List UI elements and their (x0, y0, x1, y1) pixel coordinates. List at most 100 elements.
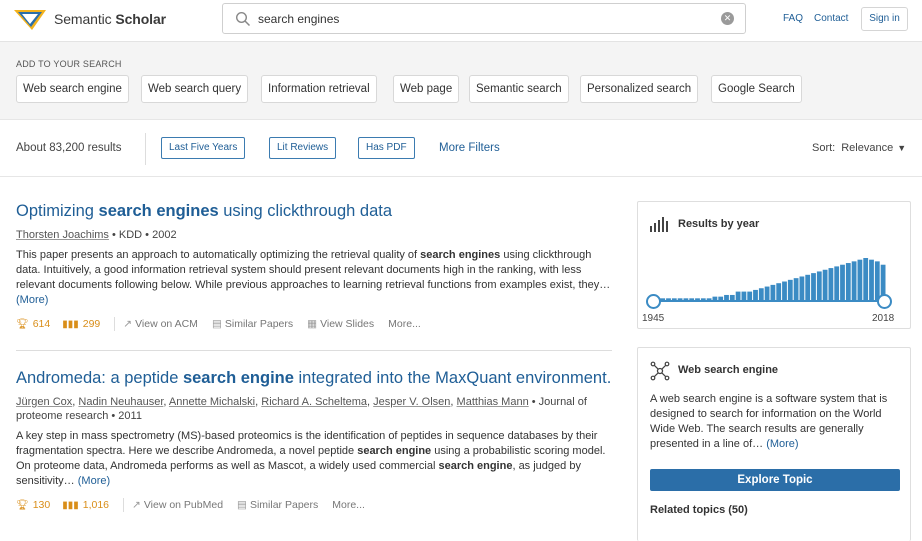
documents-icon: ▤ (211, 318, 222, 330)
influential-citations[interactable]: 🏆︎ 130 (16, 499, 50, 511)
view-on-acm-link[interactable]: ↗ View on ACM (123, 318, 198, 330)
end-year-label: 2018 (872, 313, 895, 324)
external-link-icon: ↗ (123, 318, 133, 330)
abstract-more-link[interactable]: (More) (78, 475, 110, 487)
author-link[interactable]: Richard A. Scheltema (261, 396, 367, 408)
author-link[interactable]: Jürgen Cox (16, 396, 72, 408)
histogram-bar[interactable] (840, 264, 845, 300)
filter-lit-reviews-button[interactable]: Lit Reviews (269, 137, 337, 159)
histogram-bar[interactable] (857, 259, 863, 300)
trophy-icon: 🏆︎ (16, 499, 29, 511)
add-to-search-title: ADD TO YOUR SEARCH (16, 59, 122, 69)
clear-search-icon[interactable]: ✕ (721, 12, 734, 25)
histogram-icon (650, 217, 668, 232)
author-link[interactable]: Annette Michalski (169, 396, 255, 408)
year-range-end-handle[interactable] (877, 294, 892, 309)
histogram-bar[interactable] (758, 288, 764, 300)
chip-personalized-search[interactable]: Personalized search (580, 75, 699, 103)
more-filters-link[interactable]: More Filters (439, 142, 500, 154)
year-range-track[interactable] (654, 300, 884, 302)
more-actions-link[interactable]: More... (388, 318, 421, 330)
results-by-year-panel: Results by year 1945 2018 (637, 201, 911, 329)
result-actions: 🏆︎ 614 ▮▮▮ 299 ↗ View on ACM ▤ Similar Paper… (16, 316, 612, 332)
actions-divider (114, 317, 116, 331)
topic-title: Web search engine (678, 364, 779, 376)
histogram-bar[interactable] (869, 259, 874, 300)
topic-panel: Web search engine A web search engine is… (637, 347, 911, 541)
chip-google-search[interactable]: Google Search (711, 75, 802, 103)
influential-citations[interactable]: 🏆︎ 614 (16, 318, 50, 330)
histogram-bar[interactable] (805, 274, 811, 300)
histogram-bar[interactable] (845, 263, 851, 300)
author-link[interactable]: Nadin Neuhauser (78, 396, 163, 408)
faq-link[interactable]: FAQ (783, 13, 803, 24)
histogram-bar[interactable] (816, 271, 822, 300)
explore-topic-button[interactable]: Explore Topic (650, 469, 900, 491)
sign-in-button[interactable]: Sign in (861, 7, 908, 31)
sort-dropdown[interactable]: Sort: Relevance ▼ (812, 142, 906, 154)
histogram-bar[interactable] (782, 281, 787, 300)
author-link[interactable]: Jesper V. Olsen (373, 396, 450, 408)
bar-chart-icon: ▮▮▮ (62, 499, 79, 511)
histogram-bar[interactable] (874, 261, 880, 300)
result-title-link[interactable]: Optimizing search engines using clickthr… (16, 201, 612, 222)
slides-icon: ▦ (307, 318, 318, 330)
results-by-year-title: Results by year (678, 218, 760, 230)
histogram-bar[interactable] (764, 286, 770, 300)
more-actions-link[interactable]: More... (332, 499, 365, 511)
histogram-bar[interactable] (851, 261, 857, 300)
trophy-icon: 🏆︎ (16, 318, 29, 330)
histogram-bar[interactable] (747, 291, 753, 300)
histogram-bar[interactable] (793, 278, 799, 300)
histogram-bar[interactable] (822, 269, 828, 300)
year-range-start-handle[interactable] (646, 294, 661, 309)
abstract-more-link[interactable]: (More) (16, 294, 48, 306)
result-abstract: A key step in mass spectrometry (MS)-bas… (16, 430, 606, 487)
chip-information-retrieval[interactable]: Information retrieval (261, 75, 377, 103)
histogram-bar[interactable] (834, 266, 840, 300)
histogram-bar[interactable] (863, 258, 869, 300)
filter-last-five-years-button[interactable]: Last Five Years (161, 137, 246, 159)
histogram-bar[interactable] (828, 268, 834, 300)
result-authors: Thorsten Joachims • KDD • 2002 (16, 228, 612, 242)
filter-bar: About 83,200 results Last Five Years Lit… (0, 121, 922, 177)
histogram-bar[interactable] (787, 279, 793, 300)
semantic-scholar-logo[interactable]: Semantic Scholar (12, 6, 166, 32)
caret-down-icon: ▼ (897, 143, 907, 153)
chip-web-search-engine[interactable]: Web search engine (16, 75, 129, 103)
search-result: Andromeda: a peptide search engine integ… (16, 368, 612, 513)
similar-papers-link[interactable]: ▤ Similar Papers (212, 318, 293, 330)
topic-more-link[interactable]: (More) (766, 438, 798, 450)
chip-web-page[interactable]: Web page (393, 75, 460, 103)
result-actions: 🏆︎ 130 ▮▮▮ 1,016 ↗ View on PubMed ▤ Similar … (16, 497, 612, 513)
search-result: Optimizing search engines using clickthr… (16, 201, 612, 332)
similar-papers-link[interactable]: ▤ Similar Papers (237, 499, 318, 511)
chip-web-search-query[interactable]: Web search query (141, 75, 249, 103)
view-on-pubmed-link[interactable]: ↗ View on PubMed (132, 499, 223, 511)
external-link-icon: ↗ (132, 499, 141, 511)
logo-icon (14, 10, 46, 30)
filter-has-pdf-button[interactable]: Has PDF (358, 137, 415, 159)
citation-count[interactable]: ▮▮▮ 299 (62, 318, 100, 330)
result-count: About 83,200 results (16, 142, 122, 154)
histogram-bar[interactable] (735, 291, 741, 300)
author-link[interactable]: Matthias Mann (457, 396, 529, 408)
histogram-bar[interactable] (753, 289, 758, 300)
result-title-link[interactable]: Andromeda: a peptide search engine integ… (16, 368, 612, 389)
result-abstract: This paper presents an approach to autom… (16, 249, 611, 306)
histogram-bar[interactable] (799, 276, 805, 300)
view-slides-link[interactable]: ▦ View Slides (307, 318, 374, 330)
histogram-bar[interactable] (741, 291, 747, 300)
related-topics-heading: Related topics (50) (650, 504, 748, 516)
year-histogram[interactable] (654, 256, 886, 300)
histogram-bar[interactable] (811, 273, 816, 300)
citation-count[interactable]: ▮▮▮ 1,016 (62, 499, 109, 511)
histogram-bar[interactable] (770, 284, 776, 300)
histogram-bar[interactable] (776, 283, 782, 300)
actions-divider (123, 498, 125, 512)
author-link[interactable]: Thorsten Joachims (16, 229, 109, 241)
contact-link[interactable]: Contact (814, 13, 848, 24)
chip-semantic-search[interactable]: Semantic search (469, 75, 569, 103)
search-input[interactable] (258, 9, 718, 29)
search-bar[interactable]: ✕ (222, 3, 746, 34)
